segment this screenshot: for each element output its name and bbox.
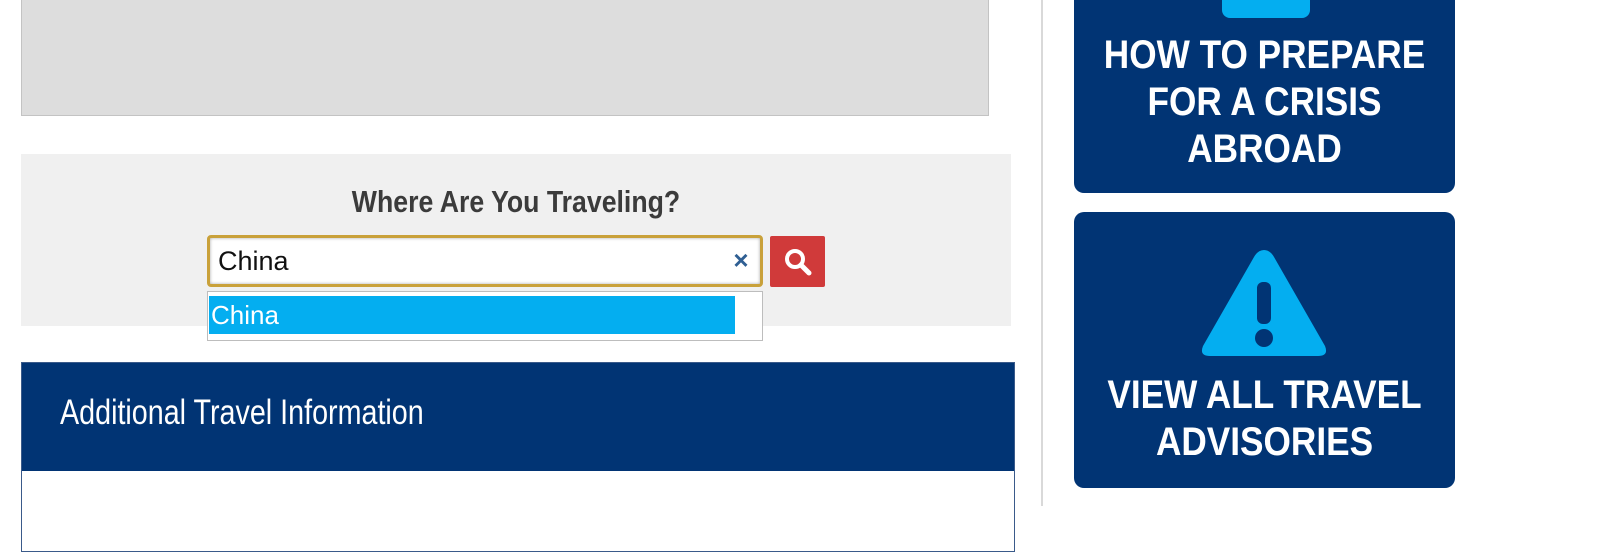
destination-search-input[interactable] xyxy=(207,235,763,287)
additional-info-title: Additional Travel Information xyxy=(60,393,424,432)
crisis-icon xyxy=(1222,0,1310,18)
additional-info-header: Additional Travel Information xyxy=(22,363,1014,471)
travel-advisories-tile[interactable]: VIEW ALL TRAVEL ADVISORIES xyxy=(1074,212,1455,488)
additional-info-panel: Additional Travel Information xyxy=(21,362,1015,552)
clear-icon[interactable]: × xyxy=(727,245,755,275)
crisis-abroad-tile[interactable]: HOW TO PREPARE FOR A CRISIS ABROAD xyxy=(1074,0,1455,193)
search-heading: Where Are You Traveling? xyxy=(351,184,681,219)
crisis-tile-label: HOW TO PREPARE FOR A CRISIS ABROAD xyxy=(1103,33,1426,171)
search-button[interactable] xyxy=(770,236,825,287)
magnifier-icon xyxy=(784,248,811,275)
autocomplete-dropdown: China xyxy=(207,291,763,341)
content-placeholder-box xyxy=(21,0,989,116)
advisories-tile-label: VIEW ALL TRAVEL ADVISORIES xyxy=(1107,373,1422,464)
autocomplete-option[interactable]: China xyxy=(209,296,735,334)
column-divider xyxy=(1041,0,1043,506)
warning-triangle-icon xyxy=(1201,250,1327,356)
